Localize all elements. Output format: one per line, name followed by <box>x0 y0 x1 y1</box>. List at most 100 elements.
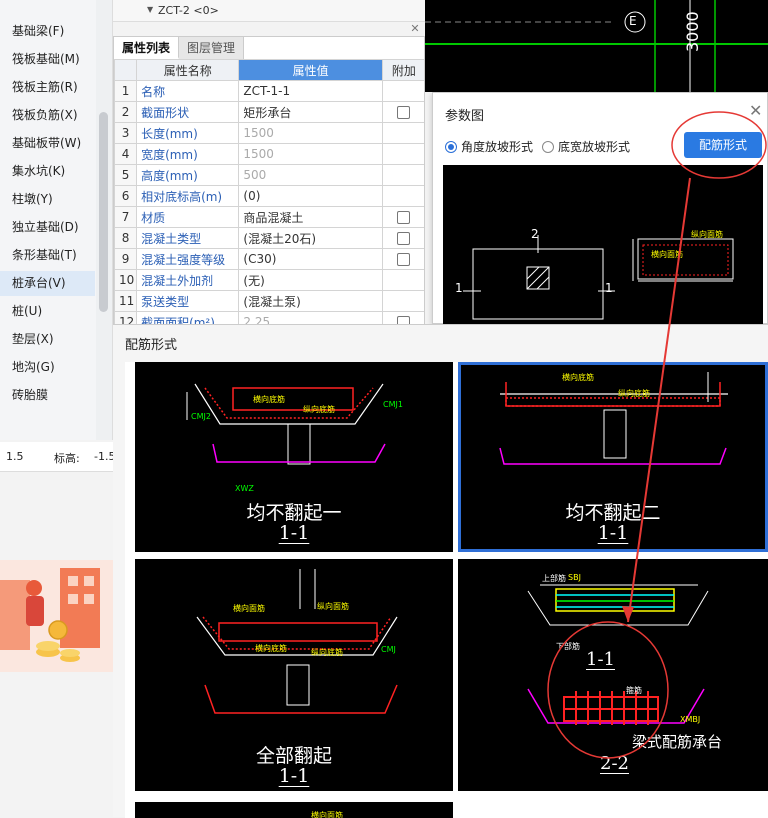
radio-bottom-width-slope[interactable]: 底宽放坡形式 <box>542 138 630 155</box>
preview-label-transverse-top: 横向面筋 <box>651 250 683 259</box>
table-row[interactable]: 1 名称 ZCT-1-1 <box>114 80 424 102</box>
pile-cap-plan-preview <box>463 235 734 320</box>
property-name: 高度(mm) <box>136 164 240 186</box>
extra-checkbox[interactable] <box>397 253 411 266</box>
sidebar-item-cushion[interactable]: 垫层(X) <box>0 327 95 352</box>
dialog-title: 参数图 <box>445 109 485 124</box>
property-value[interactable]: ZCT-1-1 <box>238 80 383 102</box>
table-row[interactable]: 11 泵送类型 (混凝土泵) <box>114 290 424 312</box>
radio-unselected-icon <box>542 141 554 153</box>
header-extra: 附加 <box>381 59 424 81</box>
property-value[interactable]: 矩形承台 <box>238 101 383 123</box>
property-name: 材质 <box>136 206 240 228</box>
rebar-option-all-raised[interactable]: 横向面筋 纵向面筋 横向底筋 纵向底筋 CMJ 全部翻起 1-1 <box>135 559 453 791</box>
property-value[interactable]: (0) <box>238 185 383 207</box>
promo-banner-image[interactable] <box>0 560 113 672</box>
property-value[interactable]: (混凝土泵) <box>238 290 383 312</box>
banner-illustration <box>0 560 113 672</box>
table-row[interactable]: 9 混凝土强度等级 (C30) <box>114 248 424 270</box>
sidebar-item-raft-negative-rebar[interactable]: 筏板负筋(X) <box>0 103 95 128</box>
property-name: 相对底标高(m) <box>136 185 240 207</box>
preview-dim-left: 1 <box>455 281 463 295</box>
extra-checkbox[interactable] <box>397 211 411 224</box>
sidebar-item-foundation-strip[interactable]: 基础板带(W) <box>0 131 95 156</box>
close-icon[interactable]: ✕ <box>749 101 762 120</box>
rebar-form-button[interactable]: 配筋形式 <box>684 132 762 158</box>
table-row[interactable]: 7 材质 商品混凝土 <box>114 206 424 228</box>
label-stirrup: 箍筋 <box>626 686 642 695</box>
property-value[interactable]: (混凝土20石) <box>238 227 383 249</box>
table-row[interactable]: 8 混凝土类型 (混凝土20石) <box>114 227 424 249</box>
panel-close-icon[interactable]: ✕ <box>408 22 422 36</box>
extra-checkbox[interactable] <box>397 106 411 119</box>
property-name: 泵送类型 <box>136 290 240 312</box>
header-property-value: 属性值 <box>238 59 383 81</box>
sidebar-item-strip-footing[interactable]: 条形基础(T) <box>0 243 95 268</box>
property-value[interactable]: 1500 <box>238 143 383 165</box>
expand-arrow-icon[interactable]: ▼ <box>147 5 153 14</box>
radio-selected-icon <box>445 141 457 153</box>
property-value[interactable]: 商品混凝土 <box>238 206 383 228</box>
elevation-label: 标高: <box>54 452 80 465</box>
rebar-option-none-raised-2[interactable]: 横向底筋 纵向底筋 均不翻起二 1-1 <box>458 362 768 552</box>
floor-node[interactable]: ZCT-2 <0> <box>158 4 219 17</box>
parameter-dialog: 参数图 ✕ 角度放坡形式 底宽放坡形式 配筋形式 2 1 1 横向面筋 纵向面筋 <box>432 92 768 325</box>
label-transverse-bottom: 横向底筋 <box>253 395 285 404</box>
elevation-value: 1.5 <box>6 450 24 463</box>
dialog-title: 配筋形式 <box>125 338 178 353</box>
sidebar-item-isolated-footing[interactable]: 独立基础(D) <box>0 215 95 240</box>
sidebar-item-brick-mold[interactable]: 砖胎膜 <box>0 383 95 408</box>
table-row[interactable]: 6 相对底标高(m) (0) <box>114 185 424 207</box>
property-name: 名称 <box>136 80 240 102</box>
property-value[interactable]: 500 <box>238 164 383 186</box>
cad-axis-label: E <box>629 14 637 28</box>
property-value[interactable]: 1500 <box>238 122 383 144</box>
sidebar-scroll-thumb[interactable] <box>99 112 108 312</box>
rebar-option-none-raised-1[interactable]: 横向底筋 纵向底筋 CMJ2 CMJ1 XWZ 均不翻起一 1-1 <box>135 362 453 552</box>
sidebar-item-raft-foundation[interactable]: 筏板基础(M) <box>0 47 95 72</box>
property-value[interactable]: (C30) <box>238 248 383 270</box>
label-code-cmj: CMJ <box>381 645 396 654</box>
table-row[interactable]: 4 宽度(mm) 1500 <box>114 143 424 165</box>
label-longitudinal-bottom: 纵向底筋 <box>303 405 335 414</box>
table-row[interactable]: 5 高度(mm) 500 <box>114 164 424 186</box>
sidebar-item-pile-cap[interactable]: 桩承台(V) <box>0 271 95 296</box>
label-code-xwz: XWZ <box>235 484 254 493</box>
sidebar-item-column-pier[interactable]: 柱墩(Y) <box>0 187 95 212</box>
label-code-sbj: SBJ <box>568 573 581 582</box>
label-longitudinal-bottom: 纵向底筋 <box>618 389 650 398</box>
property-panel: 属性列表 图层管理 属性名称 属性值 附加 1 名称 ZCT-1-1 2 截面形状 矩形… <box>113 36 425 326</box>
option-caption: 全部翻起 <box>255 745 332 767</box>
extra-checkbox[interactable] <box>397 232 411 245</box>
table-row[interactable]: 10 混凝土外加剂 (无) <box>114 269 424 291</box>
sidebar-item-raft-main-rebar[interactable]: 筏板主筋(R) <box>0 75 95 100</box>
sidebar-item-pile[interactable]: 桩(U) <box>0 299 95 324</box>
property-name: 截面形状 <box>136 101 240 123</box>
property-name: 混凝土类型 <box>136 227 240 249</box>
sidebar-item-foundation-beam[interactable]: 基础梁(F) <box>0 19 95 44</box>
rebar-option-beam-type[interactable]: 上部筋 SBJ 下部筋 箍筋 XMBJ 1-1 2-2 梁式配筋承台 <box>458 559 768 791</box>
cad-gridlines <box>425 0 768 92</box>
preview-dim-right: 1 <box>605 281 613 295</box>
sidebar-item-trench[interactable]: 地沟(G) <box>0 355 95 380</box>
tab-property-list[interactable]: 属性列表 <box>114 37 180 59</box>
property-value[interactable]: (无) <box>238 269 383 291</box>
sidebar-item-sump-pit[interactable]: 集水坑(K) <box>0 159 95 184</box>
cad-drawing-canvas[interactable]: E 3000 <box>425 0 768 92</box>
label-top-bar: 上部筋 <box>542 574 566 583</box>
radio-angle-slope[interactable]: 角度放坡形式 <box>445 138 533 155</box>
option-section: 1-1 <box>278 522 310 544</box>
label-code-cmj2: CMJ2 <box>191 412 211 421</box>
property-name: 混凝土强度等级 <box>136 248 240 270</box>
rebar-options-area: 横向底筋 纵向底筋 CMJ2 CMJ1 XWZ 均不翻起一 1-1 横向底筋 纵… <box>125 362 768 818</box>
navigator-strip: ▼ ZCT-2 <0> <box>113 0 425 22</box>
table-row[interactable]: 2 截面形状 矩形承台 <box>114 101 424 123</box>
elevation-bar: 1.5 标高: -1.5 <box>0 442 115 472</box>
option-section: 1-1 <box>586 649 615 670</box>
property-name: 混凝土外加剂 <box>136 269 240 291</box>
table-row[interactable]: 3 长度(mm) 1500 <box>114 122 424 144</box>
option-caption: 均不翻起二 <box>565 502 661 524</box>
rebar-option-partial[interactable]: 横向面筋 <box>135 802 453 818</box>
label-code-xmbj: XMBJ <box>680 715 701 724</box>
tab-layer-management[interactable]: 图层管理 <box>179 37 245 59</box>
